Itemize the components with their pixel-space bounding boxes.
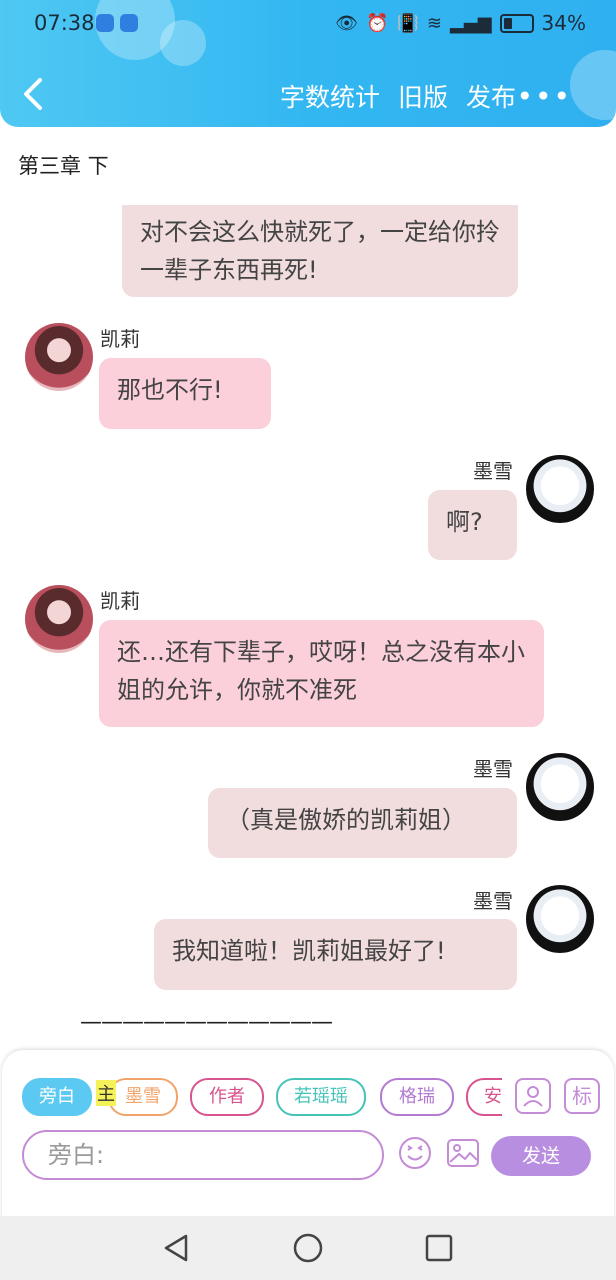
message-bubble[interactable]: 对不会这么快就死了，一定给你拎一辈子东西再死! bbox=[122, 205, 518, 297]
chapter-divider: ———————————— bbox=[80, 1010, 333, 1035]
status-right: 👁 ⏰ 📳 ≋ ▂▄▆ 34% bbox=[335, 11, 586, 35]
chat-area[interactable]: 对不会这么快就死了，一定给你拎一辈子东西再死! 凯莉 那也不行! 墨雪 啊? 凯… bbox=[0, 205, 616, 1045]
character-icon[interactable] bbox=[515, 1078, 551, 1114]
search-app-icon bbox=[96, 14, 114, 32]
nav-recents-icon[interactable] bbox=[423, 1232, 455, 1264]
header-actions: 字数统计 旧版 发布 bbox=[280, 78, 516, 114]
status-bar: 07:38 👁 ⏰ 📳 ≋ ▂▄▆ 34% bbox=[0, 10, 616, 40]
role-chip-narration[interactable]: 旁白 bbox=[22, 1078, 92, 1116]
wifi-icon: ≋ bbox=[426, 12, 443, 34]
avatar-moxue[interactable] bbox=[526, 455, 594, 523]
nav-home-icon[interactable] bbox=[292, 1232, 324, 1264]
message-input[interactable] bbox=[46, 1132, 350, 1178]
send-button[interactable]: 发送 bbox=[491, 1136, 591, 1176]
message-bubble[interactable]: 还…还有下辈子，哎呀！总之没有本小姐的允许，你就不准死 bbox=[99, 620, 544, 727]
tag-button[interactable]: 标 bbox=[564, 1078, 600, 1114]
role-chip-an[interactable]: 安 bbox=[466, 1078, 502, 1116]
old-version-button[interactable]: 旧版 bbox=[398, 78, 448, 114]
status-time: 07:38 bbox=[34, 11, 95, 35]
sender-name: 凯莉 bbox=[100, 327, 140, 351]
message-bubble[interactable]: 我知道啦！凯莉姐最好了! bbox=[154, 919, 517, 990]
alarm-icon: ⏰ bbox=[366, 12, 389, 34]
message-text: 我知道啦！凯莉姐最好了! bbox=[172, 937, 446, 965]
sender-name: 墨雪 bbox=[473, 459, 513, 483]
emoji-icon[interactable] bbox=[398, 1136, 432, 1170]
role-chip-author[interactable]: 作者 bbox=[190, 1078, 264, 1116]
role-chip-gerui[interactable]: 格瑞 bbox=[380, 1078, 454, 1116]
role-chip-moxue[interactable]: 墨雪 bbox=[108, 1078, 178, 1116]
battery-icon bbox=[499, 13, 534, 33]
message-text: 啊? bbox=[446, 508, 483, 536]
eye-icon: 👁 bbox=[335, 12, 359, 34]
role-chip-ruoyaoyao[interactable]: 若瑶瑶 bbox=[276, 1078, 366, 1116]
signal-icon: ▂▄▆ bbox=[450, 12, 492, 34]
bulb-app-icon bbox=[120, 14, 138, 32]
message-text: 还…还有下辈子，哎呀！总之没有本小姐的允许，你就不准死 bbox=[117, 638, 525, 704]
message-bubble[interactable]: （真是傲娇的凯莉姐） bbox=[208, 788, 517, 858]
back-arrow-icon[interactable] bbox=[20, 76, 48, 112]
role-chip-bar[interactable]: 旁白 墨雪 作者 若瑶瑶 格瑞 安 bbox=[22, 1078, 502, 1116]
main-role-tag: 主 bbox=[96, 1080, 116, 1106]
system-nav-bar bbox=[0, 1216, 616, 1280]
more-menu-icon[interactable]: ••• bbox=[516, 80, 572, 113]
message-bubble[interactable]: 啊? bbox=[428, 490, 517, 560]
avatar-moxue[interactable] bbox=[526, 885, 594, 953]
app-header: 07:38 👁 ⏰ 📳 ≋ ▂▄▆ 34% 字数统计 旧版 发布 ••• bbox=[0, 0, 616, 127]
avatar-kelly[interactable] bbox=[25, 323, 93, 391]
message-text: （真是傲娇的凯莉姐） bbox=[226, 806, 466, 834]
person-icon bbox=[523, 1086, 543, 1107]
nav-back-icon[interactable] bbox=[160, 1232, 192, 1264]
sender-name: 凯莉 bbox=[100, 589, 140, 613]
avatar-kelly[interactable] bbox=[25, 585, 93, 653]
word-count-button[interactable]: 字数统计 bbox=[280, 78, 380, 114]
avatar-moxue[interactable] bbox=[526, 753, 594, 821]
header-decoration bbox=[570, 50, 616, 120]
publish-button[interactable]: 发布 bbox=[466, 78, 516, 114]
message-text: 那也不行! bbox=[117, 376, 223, 404]
vibrate-icon: 📳 bbox=[396, 12, 419, 34]
image-icon[interactable] bbox=[446, 1136, 480, 1170]
message-text: 对不会这么快就死了，一定给你拎一辈子东西再死! bbox=[140, 218, 500, 284]
message-input-wrapper[interactable] bbox=[22, 1130, 384, 1180]
chapter-title: 第三章 下 bbox=[18, 154, 109, 178]
sender-name: 墨雪 bbox=[473, 757, 513, 781]
sender-name: 墨雪 bbox=[473, 889, 513, 913]
message-bubble[interactable]: 那也不行! bbox=[99, 358, 271, 429]
battery-percent: 34% bbox=[541, 11, 586, 35]
